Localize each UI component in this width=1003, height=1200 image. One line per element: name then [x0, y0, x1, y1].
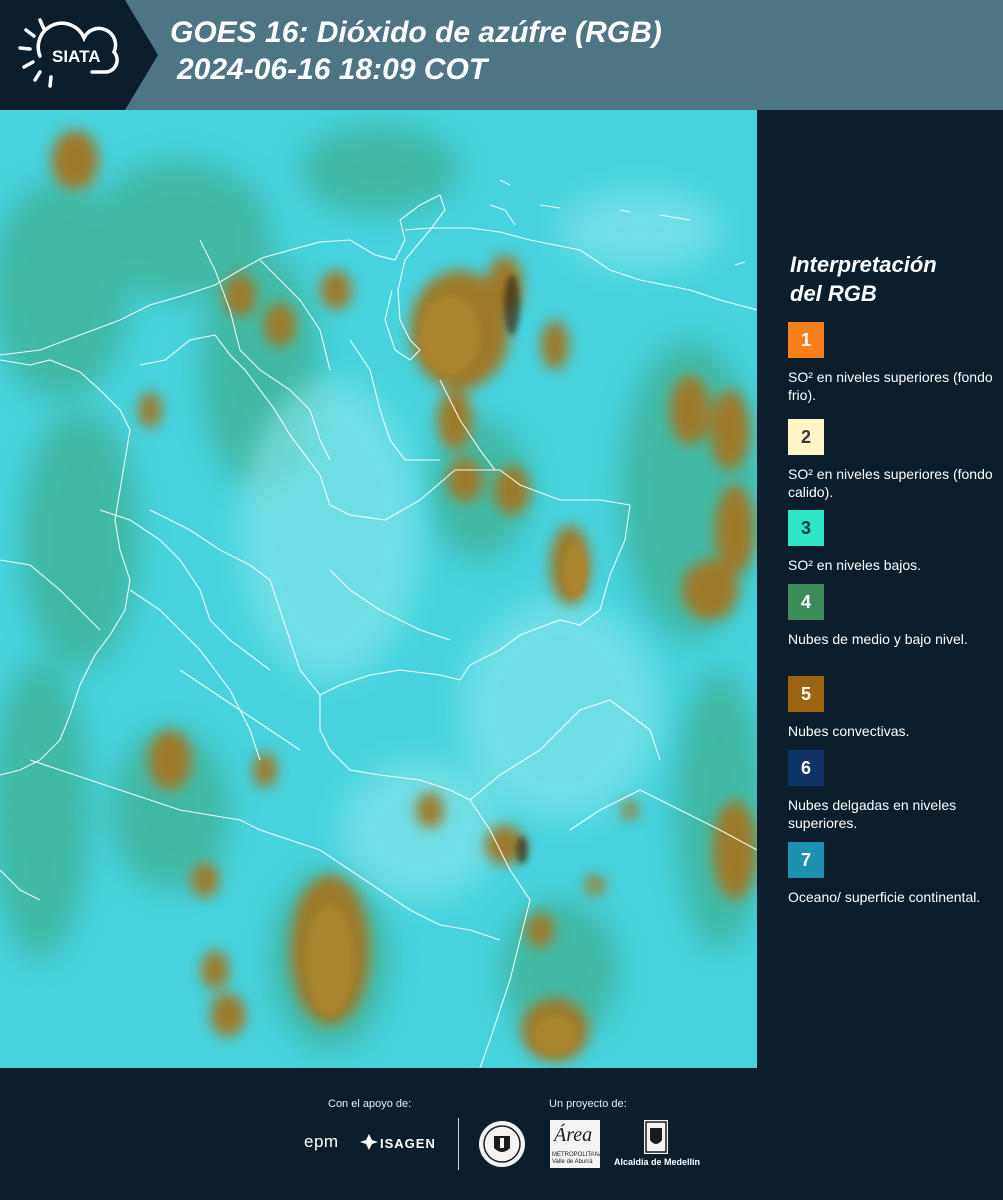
siata-logo-text: SIATA [52, 47, 100, 66]
legend-swatch-6: 6 [788, 750, 824, 786]
legend-item-6: 6 Nubes delgadas en niveles superiores. [788, 750, 993, 832]
legend-title-line1: Interpretación [790, 252, 937, 277]
siata-logo: SIATA [0, 0, 160, 110]
university-seal-icon [478, 1120, 526, 1173]
alcaldia-logo: Alcaldía de Medellín [612, 1120, 702, 1168]
project-label: Un proyecto de: [549, 1098, 627, 1110]
legend-swatch-4: 4 [788, 584, 824, 620]
legend-swatch-5: 5 [788, 676, 824, 712]
legend-swatch-7: 7 [788, 842, 824, 878]
area-logo-subtext: METROPOLITANA Valle de Aburrá [552, 1152, 603, 1165]
legend-label-6: Nubes delgadas en niveles superiores. [788, 797, 957, 831]
isagen-mark-icon [360, 1134, 378, 1155]
legend-label-7: Oceano/ superficie continental. [788, 889, 981, 905]
legend-swatch-1: 1 [788, 322, 824, 358]
alcaldia-crest-icon [644, 1120, 668, 1154]
satellite-map[interactable] [0, 110, 757, 1068]
footer-divider [458, 1118, 459, 1170]
title-timestamp: 2024-06-16 18:09 COT [177, 53, 488, 86]
legend-title-line2: del RGB [790, 281, 877, 306]
isagen-logo: ISAGEN [380, 1136, 436, 1151]
alcaldia-text: Alcaldía de Medellín [613, 1157, 701, 1167]
legend-label-2: SO² en niveles superiores (fondo calido)… [788, 466, 993, 500]
area-logo-text: Área [554, 1124, 593, 1146]
legend-item-2: 2 SO² en niveles superiores (fondo calid… [788, 419, 993, 501]
legend-label-1: SO² en niveles superiores (fondo frio). [788, 369, 993, 403]
title-product: GOES 16: Dióxido de azúfre (RGB) [170, 16, 662, 49]
legend-item-3: 3 SO² en niveles bajos. [788, 510, 993, 574]
legend-swatch-2: 2 [788, 419, 824, 455]
legend-item-7: 7 Oceano/ superficie continental. [788, 842, 993, 906]
legend-item-5: 5 Nubes convectivas. [788, 676, 993, 740]
footer-sponsors: Con el apoyo de: Un proyecto de: epm ISA… [0, 1068, 1003, 1200]
rgb-legend: Interpretación del RGB 1 SO² en niveles … [765, 110, 1003, 1068]
legend-label-4: Nubes de medio y bajo nivel. [788, 631, 968, 647]
legend-item-4: 4 Nubes de medio y bajo nivel. [788, 584, 993, 648]
support-label: Con el apoyo de: [328, 1098, 412, 1110]
legend-item-1: 1 SO² en niveles superiores (fondo frio)… [788, 322, 993, 404]
legend-title: Interpretación del RGB [790, 250, 937, 308]
legend-label-5: Nubes convectivas. [788, 723, 910, 739]
page-title: GOES 16: Dióxido de azúfre (RGB) 2024-06… [170, 14, 662, 88]
header-bar: SIATA GOES 16: Dióxido de azúfre (RGB) 2… [0, 0, 1003, 110]
legend-label-3: SO² en niveles bajos. [788, 557, 922, 573]
legend-swatch-3: 3 [788, 510, 824, 546]
area-metropolitana-logo: Área METROPOLITANA Valle de Aburrá [550, 1120, 603, 1168]
epm-logo: epm [304, 1132, 339, 1151]
